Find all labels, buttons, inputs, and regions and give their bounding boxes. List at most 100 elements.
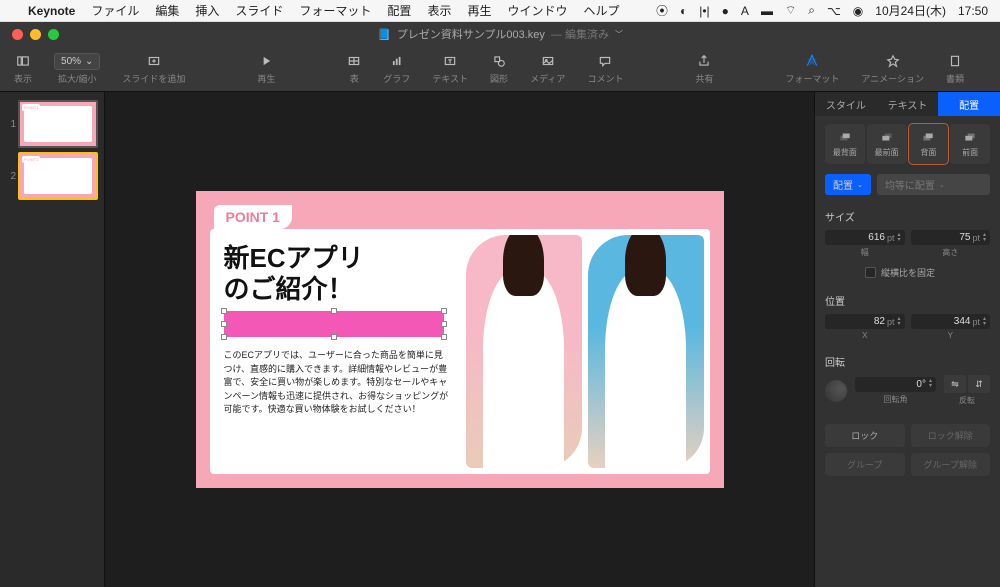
- inspector-panel: スタイル テキスト 配置 最背面 最前面 背面 前面 配置⌄ 均等に配置⌄ サイ…: [814, 92, 1000, 587]
- slide-photo-right[interactable]: [588, 235, 704, 468]
- comment-button[interactable]: コメント: [587, 52, 623, 85]
- menu-window[interactable]: ウインドウ: [507, 2, 567, 19]
- flip-horizontal-button[interactable]: ⇋: [944, 375, 966, 393]
- stepper-icon[interactable]: ▴▾: [897, 233, 900, 243]
- view-button[interactable]: 表示: [14, 52, 32, 85]
- slide-navigator: 1 POINT1 2 POINT1: [0, 92, 105, 587]
- play-button[interactable]: 再生: [257, 52, 275, 85]
- chevron-down-icon: ⌄: [939, 181, 945, 189]
- distribute-select[interactable]: 均等に配置⌄: [877, 174, 990, 195]
- height-input[interactable]: 75pt▴▾: [911, 230, 991, 245]
- media-icon: [541, 52, 555, 70]
- bring-forward-button[interactable]: 前面: [950, 124, 990, 164]
- stepper-icon[interactable]: ▴▾: [897, 317, 900, 327]
- control-center-icon[interactable]: ⌥: [827, 4, 841, 18]
- table-button[interactable]: 表: [347, 52, 361, 85]
- chevron-down-icon: ⌄: [857, 181, 863, 189]
- text-icon: [443, 52, 457, 70]
- plus-icon: [147, 52, 161, 70]
- title-chevron-icon[interactable]: ﹀: [615, 29, 623, 40]
- menu-edit[interactable]: 編集: [155, 2, 179, 19]
- lock-button[interactable]: ロック: [825, 424, 905, 447]
- text-button[interactable]: テキスト: [432, 52, 468, 85]
- slide-point-tag[interactable]: POINT 1: [214, 205, 292, 229]
- slide-thumbnail[interactable]: 2 POINT1: [0, 150, 104, 202]
- y-input[interactable]: 344pt▴▾: [911, 314, 991, 329]
- zoom-select[interactable]: 50%⌄ 拡大/縮小: [54, 53, 100, 85]
- siri-icon[interactable]: ◉: [853, 4, 863, 18]
- flip-vertical-button[interactable]: ⇵: [968, 375, 990, 393]
- app-name[interactable]: Keynote: [28, 4, 75, 18]
- battery-icon[interactable]: ▬: [761, 4, 773, 18]
- status-icon[interactable]: ⦿: [656, 2, 668, 19]
- status-icon[interactable]: ●: [722, 4, 729, 18]
- width-input[interactable]: 616pt▴▾: [825, 230, 905, 245]
- view-icon: [16, 52, 30, 70]
- status-icon[interactable]: |•|: [699, 4, 709, 18]
- slide-photo-left[interactable]: [466, 235, 582, 468]
- x-input[interactable]: 82pt▴▾: [825, 314, 905, 329]
- window-minimize-button[interactable]: [30, 29, 41, 40]
- inspector-tabs: スタイル テキスト 配置: [815, 92, 1000, 116]
- constrain-proportions-checkbox[interactable]: 縦横比を固定: [825, 266, 990, 279]
- angle-input[interactable]: 0°▴▾: [855, 377, 936, 392]
- animate-icon: [886, 52, 900, 70]
- bring-to-front-button[interactable]: 最前面: [867, 124, 907, 164]
- stepper-icon[interactable]: ▴▾: [983, 317, 986, 327]
- slide[interactable]: POINT 1 新ECアプリのご紹介！ このECアプリでは、ユーザーに合った商品…: [196, 191, 724, 488]
- document-edited-label: — 編集済み: [551, 26, 609, 42]
- stepper-icon[interactable]: ▴▾: [929, 379, 932, 389]
- selected-pink-rectangle[interactable]: [224, 311, 444, 337]
- media-button[interactable]: メディア: [530, 52, 565, 85]
- slide-thumbnail[interactable]: 1 POINT1: [0, 98, 104, 150]
- keynote-window: 📘 プレゼン資料サンプル003.key — 編集済み ﹀ 表示 50%⌄ 拡大/…: [0, 22, 1000, 587]
- menu-play[interactable]: 再生: [467, 2, 491, 19]
- unlock-button[interactable]: ロック解除: [911, 424, 991, 447]
- send-backward-button[interactable]: 背面: [909, 124, 949, 164]
- menu-help[interactable]: ヘルプ: [583, 2, 619, 19]
- tab-text[interactable]: テキスト: [877, 92, 939, 116]
- menu-arrange[interactable]: 配置: [387, 2, 411, 19]
- shape-icon: [492, 52, 506, 70]
- tab-arrange[interactable]: 配置: [938, 92, 1000, 116]
- document-title[interactable]: プレゼン資料サンプル003.key: [397, 26, 545, 42]
- comment-icon: [598, 52, 612, 70]
- add-slide-button[interactable]: スライドを追加: [122, 52, 185, 85]
- position-label: 位置: [825, 293, 990, 308]
- table-icon: [347, 52, 361, 70]
- send-to-back-button[interactable]: 最背面: [825, 124, 865, 164]
- tab-style[interactable]: スタイル: [815, 92, 877, 116]
- shape-button[interactable]: 図形: [490, 52, 508, 85]
- menu-file[interactable]: ファイル: [91, 2, 139, 19]
- window-maximize-button[interactable]: [48, 29, 59, 40]
- document-icon: 📘: [377, 28, 391, 41]
- status-icon[interactable]: A: [741, 4, 749, 18]
- group-button[interactable]: グループ: [825, 453, 905, 476]
- chart-button[interactable]: グラフ: [383, 52, 410, 85]
- document-button[interactable]: 書類: [946, 52, 964, 85]
- menubar-date[interactable]: 10月24日(木): [875, 2, 946, 19]
- format-icon: [805, 52, 819, 70]
- slide-body-text[interactable]: このECアプリでは、ユーザーに合った商品を簡単に見つけ、直感的に購入できます。詳…: [224, 349, 450, 417]
- animate-button[interactable]: アニメーション: [861, 52, 924, 85]
- ungroup-button[interactable]: グループ解除: [911, 453, 991, 476]
- menu-view[interactable]: 表示: [427, 2, 451, 19]
- slide-title[interactable]: 新ECアプリのご紹介！: [224, 243, 450, 305]
- menu-format[interactable]: フォーマット: [299, 2, 371, 19]
- wifi-icon[interactable]: ⌔: [785, 3, 796, 18]
- toolbar: 表示 50%⌄ 拡大/縮小 スライドを追加 再生 表 グラフ テキスト 図形 メ…: [0, 46, 1000, 92]
- format-button[interactable]: フォーマット: [785, 52, 839, 85]
- menubar-time[interactable]: 17:50: [958, 4, 988, 18]
- document-icon: [948, 52, 962, 70]
- align-select[interactable]: 配置⌄: [825, 174, 871, 195]
- menu-slide[interactable]: スライド: [235, 2, 283, 19]
- macos-menubar: Keynote ファイル 編集 挿入 スライド フォーマット 配置 表示 再生 …: [0, 0, 1000, 22]
- window-close-button[interactable]: [12, 29, 23, 40]
- menu-insert[interactable]: 挿入: [195, 2, 219, 19]
- canvas[interactable]: POINT 1 新ECアプリのご紹介！ このECアプリでは、ユーザーに合った商品…: [105, 92, 814, 587]
- rotation-dial[interactable]: [825, 380, 847, 402]
- share-button[interactable]: 共有: [695, 52, 713, 85]
- search-icon[interactable]: ⌕: [808, 3, 815, 18]
- stepper-icon[interactable]: ▴▾: [983, 233, 986, 243]
- status-icon[interactable]: ◐: [680, 4, 687, 18]
